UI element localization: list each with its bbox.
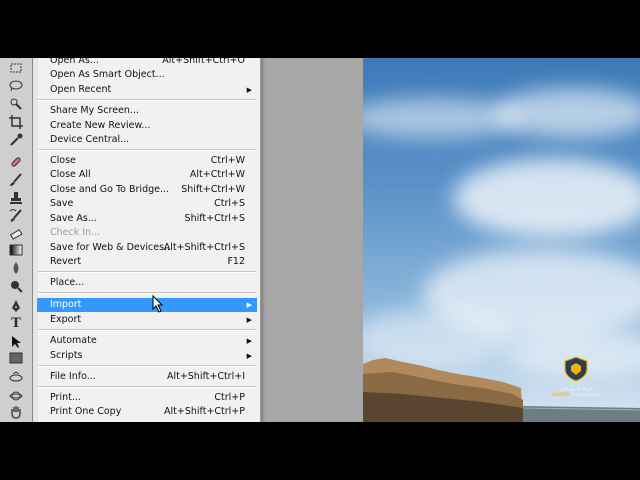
menu-item-label: Open As... bbox=[50, 58, 99, 66]
menu-item-label: Import bbox=[50, 299, 82, 310]
menu-separator bbox=[38, 386, 256, 388]
menu-item-label: Create New Review... bbox=[50, 120, 151, 131]
submenu-arrow-icon: ▶ bbox=[246, 316, 252, 324]
photoshop-window: T مرکز آموزشی SHAHRD Training Center Ope… bbox=[0, 58, 640, 422]
watermark-subtitle: SHAHRD Training Center bbox=[545, 392, 607, 397]
tools-panel: T bbox=[0, 58, 33, 422]
menu-item-file-info[interactable]: File Info... Alt+Shift+Ctrl+I bbox=[37, 370, 257, 384]
submenu-arrow-icon: ▶ bbox=[246, 337, 252, 345]
eraser-icon[interactable] bbox=[8, 226, 24, 242]
menu-item-label: Print One Copy bbox=[50, 406, 122, 417]
menu-item-place[interactable]: Place... bbox=[37, 276, 257, 290]
menu-item-create-new-review[interactable]: Create New Review... bbox=[37, 119, 257, 133]
submenu-arrow-icon: ▶ bbox=[246, 352, 252, 360]
menu-item-shortcut: F12 bbox=[227, 256, 245, 267]
pen-icon[interactable] bbox=[8, 298, 24, 314]
menu-item-revert[interactable]: Revert F12 bbox=[37, 255, 257, 269]
menu-item-shortcut: Ctrl+W bbox=[210, 155, 245, 166]
menu-item-open-recent[interactable]: Open Recent ▶ bbox=[37, 83, 257, 97]
blur-icon[interactable] bbox=[8, 260, 24, 276]
mouse-pointer-icon bbox=[152, 295, 164, 313]
crop-icon[interactable] bbox=[8, 114, 24, 130]
3d-orbit-icon[interactable] bbox=[8, 388, 24, 404]
path-selection-icon[interactable] bbox=[8, 334, 24, 350]
menu-item-automate[interactable]: Automate ▶ bbox=[37, 334, 257, 348]
menu-item-label: Print... bbox=[50, 392, 81, 403]
menu-item-close-and-go-to-bridge[interactable]: Close and Go To Bridge... Shift+Ctrl+W bbox=[37, 183, 257, 197]
menu-item-label: Open As Smart Object... bbox=[50, 69, 165, 80]
menu-item-shortcut: Shift+Ctrl+S bbox=[184, 213, 245, 224]
menu-item-save[interactable]: Save Ctrl+S bbox=[37, 197, 257, 211]
menu-item-open-as[interactable]: Open As... Alt+Shift+Ctrl+O bbox=[37, 58, 257, 68]
file-menu-dropdown: Open As... Alt+Shift+Ctrl+O Open As Smar… bbox=[33, 58, 261, 422]
watermark-logo: مرکز آموزشی SHAHRD Training Center bbox=[545, 356, 607, 397]
marquee-icon[interactable] bbox=[8, 60, 24, 76]
menu-item-label: Place... bbox=[50, 277, 85, 288]
menu-separator bbox=[38, 149, 256, 151]
menu-separator bbox=[38, 271, 256, 273]
menu-item-label: Open Recent bbox=[50, 84, 112, 95]
gradient-icon[interactable] bbox=[8, 242, 24, 258]
menu-item-shortcut: Ctrl+P bbox=[214, 392, 245, 403]
menu-item-open-as-smart-object[interactable]: Open As Smart Object... bbox=[37, 68, 257, 82]
menu-item-save-as[interactable]: Save As... Shift+Ctrl+S bbox=[37, 212, 257, 226]
dodge-icon[interactable] bbox=[8, 278, 24, 294]
watermark-suffix: Training Center bbox=[568, 392, 601, 397]
menu-item-label: Close bbox=[50, 155, 76, 166]
menu-item-label: Close and Go To Bridge... bbox=[50, 184, 170, 195]
quick-selection-icon[interactable] bbox=[8, 96, 24, 112]
healing-brush-icon[interactable] bbox=[8, 154, 24, 170]
submenu-arrow-icon: ▶ bbox=[246, 301, 252, 309]
menu-item-print-one-copy[interactable]: Print One Copy Alt+Shift+Ctrl+P bbox=[37, 405, 257, 419]
type-icon[interactable]: T bbox=[8, 316, 24, 332]
menu-item-label: Save bbox=[50, 198, 74, 209]
history-brush-icon[interactable] bbox=[8, 208, 24, 224]
menu-item-device-central[interactable]: Device Central... bbox=[37, 133, 257, 147]
watermark-brand: SHAHRD bbox=[551, 392, 569, 397]
menu-item-import[interactable]: Import ▶ bbox=[37, 298, 257, 312]
menu-item-shortcut: Alt+Ctrl+W bbox=[189, 169, 245, 180]
3d-rotate-icon[interactable] bbox=[8, 370, 24, 386]
menu-item-shortcut: Alt+Shift+Ctrl+I bbox=[166, 371, 245, 382]
menu-item-shortcut: Ctrl+S bbox=[214, 198, 245, 209]
menu-item-scripts[interactable]: Scripts ▶ bbox=[37, 349, 257, 363]
menu-item-shortcut: Alt+Shift+Ctrl+O bbox=[162, 58, 245, 66]
menu-item-label: File Info... bbox=[50, 371, 96, 382]
menu-item-check-in: Check In... bbox=[37, 226, 257, 240]
menu-separator bbox=[38, 365, 256, 367]
menu-item-label: Automate bbox=[50, 335, 97, 346]
hand-icon[interactable] bbox=[8, 404, 24, 420]
clone-stamp-icon[interactable] bbox=[8, 190, 24, 206]
menu-separator bbox=[38, 329, 256, 331]
menu-item-label: Save for Web & Devices... bbox=[50, 242, 174, 253]
menu-item-label: Close All bbox=[50, 169, 91, 180]
menu-item-label: Revert bbox=[50, 256, 82, 267]
lasso-icon[interactable] bbox=[8, 78, 24, 94]
menu-separator bbox=[38, 292, 256, 294]
menu-item-shortcut: Alt+Shift+Ctrl+S bbox=[163, 242, 245, 253]
menu-separator bbox=[38, 99, 256, 101]
brush-icon[interactable] bbox=[8, 172, 24, 188]
menu-item-export[interactable]: Export ▶ bbox=[37, 313, 257, 327]
submenu-arrow-icon: ▶ bbox=[246, 86, 252, 94]
menu-item-label: Share My Screen... bbox=[50, 105, 139, 116]
menu-item-close-all[interactable]: Close All Alt+Ctrl+W bbox=[37, 168, 257, 182]
shape-icon[interactable] bbox=[8, 350, 24, 366]
menu-item-print[interactable]: Print... Ctrl+P bbox=[37, 391, 257, 405]
menu-item-save-for-web[interactable]: Save for Web & Devices... Alt+Shift+Ctrl… bbox=[37, 241, 257, 255]
menu-item-label: Device Central... bbox=[50, 134, 130, 145]
document-image[interactable]: مرکز آموزشی SHAHRD Training Center bbox=[363, 58, 640, 422]
menu-item-shortcut: Alt+Shift+Ctrl+P bbox=[164, 406, 245, 417]
shield-icon bbox=[564, 356, 588, 382]
menu-item-label: Scripts bbox=[50, 350, 83, 361]
menu-item-label: Check In... bbox=[50, 227, 101, 238]
menu-item-label: Export bbox=[50, 314, 82, 325]
menu-item-label: Save As... bbox=[50, 213, 97, 224]
menu-item-share-my-screen[interactable]: Share My Screen... bbox=[37, 104, 257, 118]
eyedropper-icon[interactable] bbox=[8, 132, 24, 148]
menu-item-shortcut: Shift+Ctrl+W bbox=[181, 184, 245, 195]
canvas-background bbox=[260, 58, 363, 422]
menu-item-close[interactable]: Close Ctrl+W bbox=[37, 154, 257, 168]
